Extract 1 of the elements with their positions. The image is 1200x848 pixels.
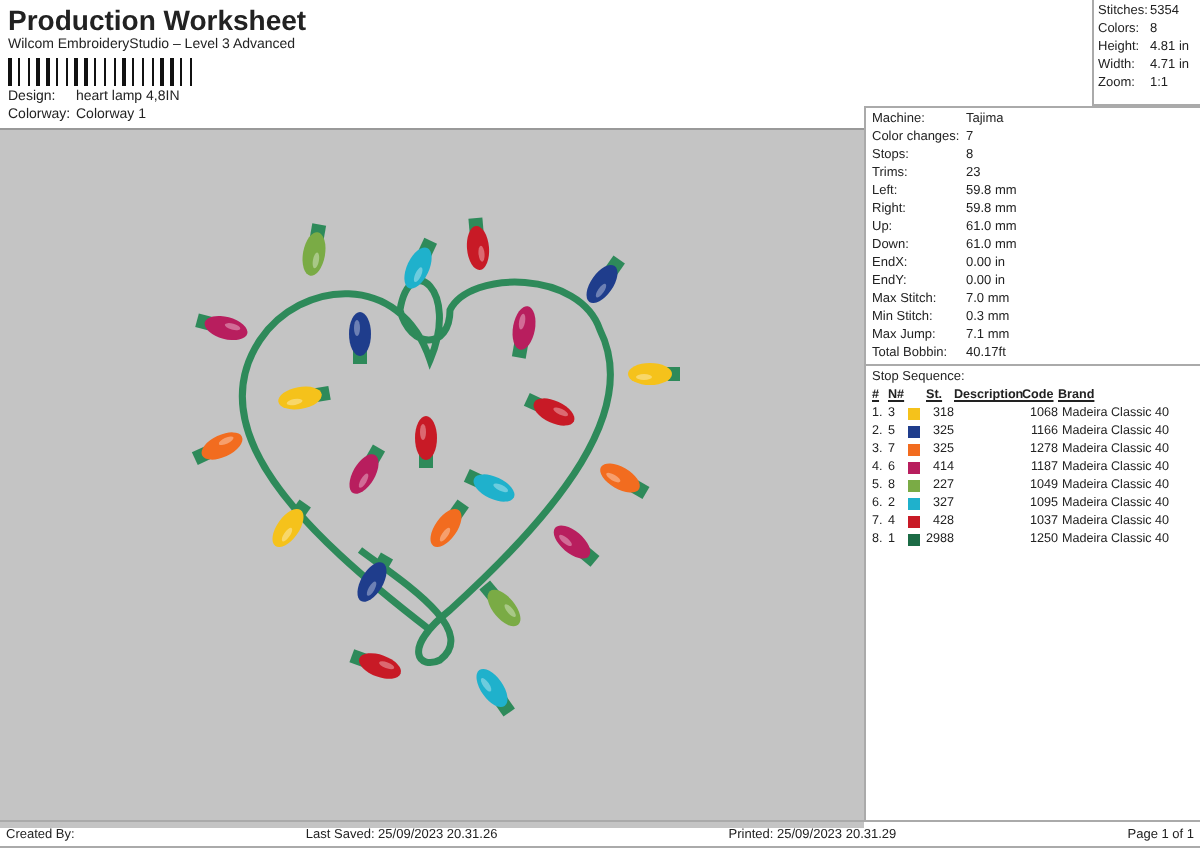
worksheet-title: Production Worksheet [8, 4, 309, 36]
